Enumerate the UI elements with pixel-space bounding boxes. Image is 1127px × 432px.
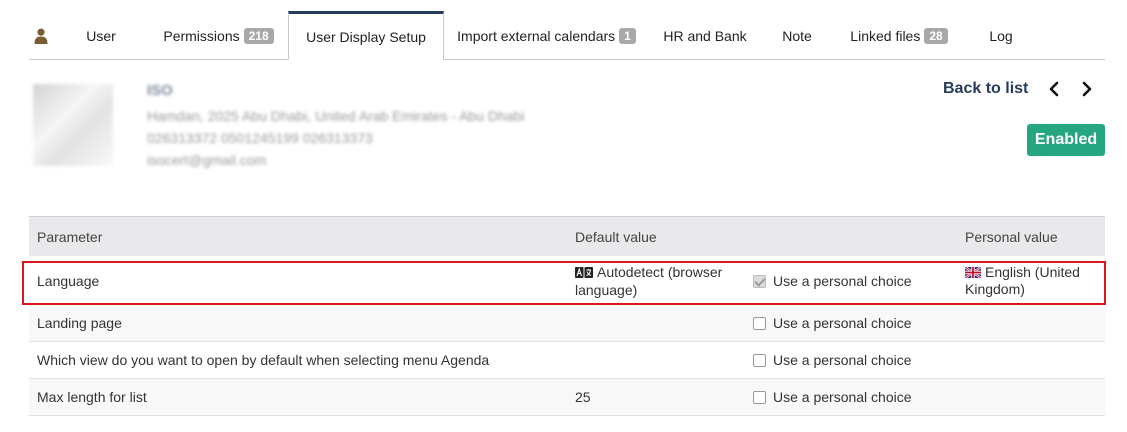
tab-user-avatar[interactable]	[29, 11, 53, 59]
chevron-left-icon	[1049, 81, 1059, 97]
user-name: ISO	[147, 82, 173, 99]
table-row-language: Language Autodetect (browser language) U…	[29, 256, 1105, 304]
table-row-landing-page: Landing page Use a personal choice	[29, 304, 1105, 342]
default-value: Autodetect (browser language)	[575, 264, 723, 298]
back-to-list-link[interactable]: Back to list	[943, 80, 1028, 98]
header-default-value: Default value	[575, 229, 657, 245]
personal-choice-checkbox[interactable]	[753, 391, 766, 404]
parameter-label: Landing page	[37, 315, 122, 331]
tab-log[interactable]: Log	[965, 11, 1037, 59]
default-value: 25	[575, 389, 591, 405]
previous-record-button[interactable]	[1048, 80, 1060, 103]
tab-user-display-setup[interactable]: User Display Setup	[288, 11, 444, 60]
header-personal-value: Personal value	[965, 229, 1058, 245]
table-row-agenda-view: Which view do you want to open by defaul…	[29, 342, 1105, 379]
personal-choice-toggle[interactable]: Use a personal choice	[753, 273, 912, 290]
table-row-max-length: Max length for list 25 Use a personal ch…	[29, 379, 1105, 416]
display-setup-table: Parameter Default value Personal value L…	[29, 216, 1105, 416]
user-photo	[33, 84, 113, 166]
personal-choice-toggle[interactable]: Use a personal choice	[753, 389, 912, 406]
user-email: isocert@gmail.com	[147, 152, 267, 168]
personal-choice-checkbox[interactable]	[753, 275, 766, 288]
linked-files-count-badge: 28	[924, 28, 948, 44]
chevron-right-icon	[1082, 81, 1092, 97]
next-record-button[interactable]	[1081, 80, 1093, 103]
tab-user[interactable]: User	[53, 11, 149, 59]
uk-flag-icon	[964, 265, 982, 279]
personal-choice-toggle[interactable]: Use a personal choice	[753, 315, 912, 332]
user-phones: 026313372 0501245199 026313373	[147, 130, 373, 146]
tab-bar: User Permissions 218 User Display Setup I…	[29, 11, 1105, 60]
tab-linked-files[interactable]: Linked files 28	[833, 11, 965, 59]
user-address: Hamdan, 2025 Abu Dhabi, United Arab Emir…	[147, 108, 525, 124]
personal-choice-toggle[interactable]: Use a personal choice	[753, 352, 912, 369]
user-icon	[34, 28, 48, 44]
permissions-count-badge: 218	[243, 28, 274, 44]
personal-value: English (United Kingdom)	[964, 264, 1080, 297]
tab-import-external-calendars[interactable]: Import external calendars 1	[444, 11, 649, 59]
calendars-count-badge: 1	[619, 28, 636, 44]
tab-note[interactable]: Note	[761, 11, 833, 59]
header-parameter: Parameter	[37, 229, 103, 245]
personal-choice-checkbox[interactable]	[753, 317, 766, 330]
tab-hr-and-bank[interactable]: HR and Bank	[649, 11, 761, 59]
parameter-label: Language	[37, 273, 100, 289]
parameter-label: Which view do you want to open by defaul…	[37, 352, 490, 368]
user-card: ISO Hamdan, 2025 Abu Dhabi, United Arab …	[20, 78, 608, 176]
language-icon	[575, 265, 593, 282]
table-header: Parameter Default value Personal value	[29, 216, 1105, 256]
status-badge: Enabled	[1027, 124, 1105, 156]
parameter-label: Max length for list	[37, 389, 147, 405]
tab-permissions[interactable]: Permissions 218	[149, 11, 288, 59]
personal-choice-checkbox[interactable]	[753, 354, 766, 367]
